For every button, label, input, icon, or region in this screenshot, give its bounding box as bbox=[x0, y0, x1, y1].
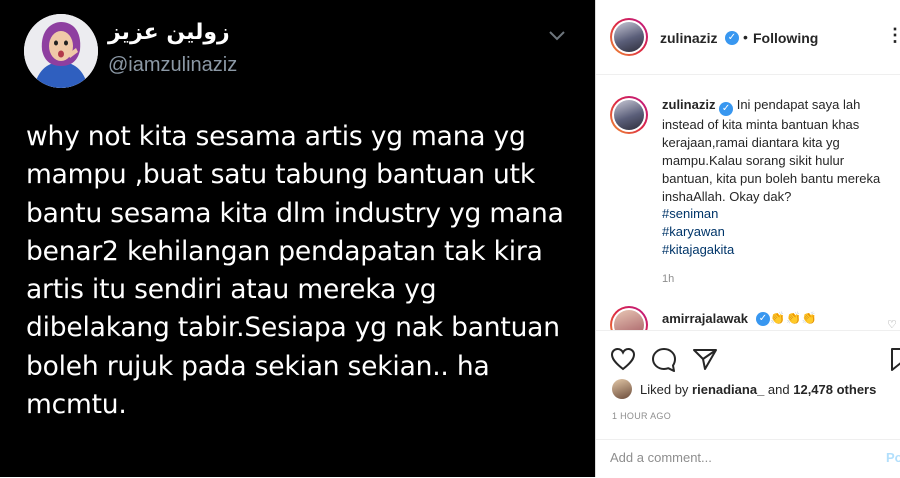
caption-username[interactable]: zulinaziz bbox=[662, 97, 715, 112]
post-image[interactable]: زولين عزيز @iamzulinaziz why not kita se… bbox=[0, 0, 595, 477]
hashtag-link[interactable]: #karyawan bbox=[662, 224, 725, 239]
tweet-avatar bbox=[24, 14, 98, 88]
liker-username[interactable]: rienadiana_ bbox=[692, 382, 764, 397]
post-timestamp[interactable]: 1 HOUR AGO bbox=[612, 411, 671, 421]
comment-text: 👏👏👏 bbox=[770, 311, 818, 325]
caption-text: Ini pendapat saya lah instead of kita mi… bbox=[662, 97, 881, 204]
comment-input[interactable] bbox=[610, 450, 840, 465]
likes-prefix: Liked by bbox=[640, 382, 693, 397]
heart-icon[interactable] bbox=[610, 347, 636, 371]
caption-avatar[interactable] bbox=[610, 96, 648, 134]
tweet-text: why not kita sesama artis yg mana yg mam… bbox=[26, 121, 564, 421]
likes-middle: and bbox=[764, 382, 794, 397]
tweet-handle: @iamzulinaziz bbox=[108, 54, 238, 76]
verified-icon: ✓ bbox=[756, 312, 770, 326]
following-button[interactable]: Following bbox=[753, 30, 818, 46]
commenter-username[interactable]: amirrajalawak bbox=[662, 311, 748, 326]
post-comment-button[interactable]: Post bbox=[886, 450, 900, 465]
hashtag-link[interactable]: #kitajagakita bbox=[662, 242, 734, 257]
likes-summary: Liked by rienadiana_ and 12,478 others bbox=[612, 379, 900, 401]
hashtag-link[interactable]: #seniman bbox=[662, 206, 718, 221]
comment-icon[interactable] bbox=[651, 347, 677, 373]
tweet-display-name: زولين عزيز bbox=[108, 20, 230, 45]
post-actions: Liked by rienadiana_ and 12,478 others 1… bbox=[596, 330, 900, 477]
chevron-down-icon bbox=[549, 31, 565, 41]
likes-others-link[interactable]: 12,478 others bbox=[793, 382, 876, 397]
author-avatar[interactable] bbox=[610, 18, 648, 56]
post-caption: zulinaziz ✓ Ini pendapat saya lah instea… bbox=[662, 96, 900, 206]
post-header: zulinaziz ✓ • Following ⋮ bbox=[596, 0, 900, 75]
likes-text: Liked by rienadiana_ and 12,478 others bbox=[640, 382, 876, 397]
header-separator: • bbox=[743, 29, 748, 45]
more-options-icon[interactable]: ⋮ bbox=[886, 25, 900, 46]
avatar-portrait-icon bbox=[24, 14, 98, 88]
post-side-panel: zulinaziz ✓ • Following ⋮ zulinaziz ✓ In… bbox=[595, 0, 900, 477]
verified-icon: ✓ bbox=[719, 102, 734, 116]
author-username[interactable]: zulinaziz bbox=[660, 30, 718, 46]
share-icon[interactable] bbox=[692, 347, 718, 371]
bookmark-icon[interactable] bbox=[890, 347, 900, 373]
liker-avatar[interactable] bbox=[612, 379, 632, 399]
caption-time-ago[interactable]: 1h bbox=[662, 273, 674, 285]
verified-icon: ✓ bbox=[725, 31, 739, 45]
comment-bar: Post bbox=[596, 439, 900, 478]
